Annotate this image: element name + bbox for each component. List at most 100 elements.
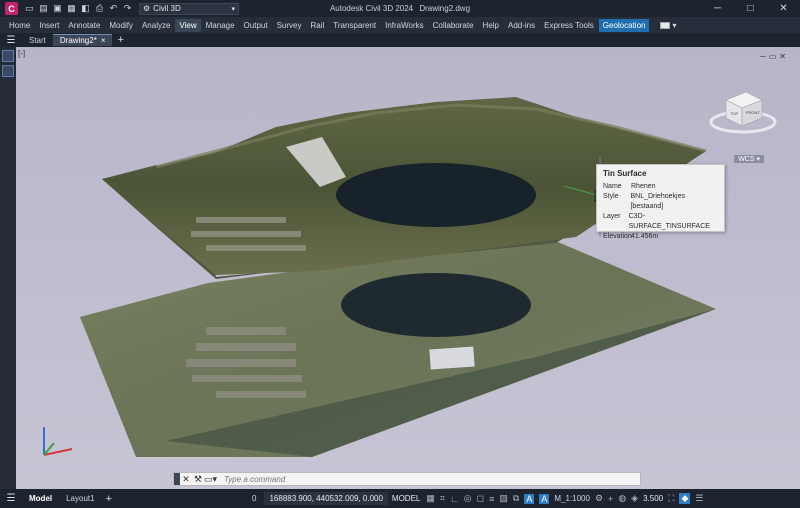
command-line: ✕ ⚒ ▭▾ xyxy=(173,472,641,486)
app-menu-icon[interactable]: C xyxy=(5,2,18,15)
surface-tooltip: Tin Surface Name Rhenen Style BNL_Driehoek… xyxy=(596,164,725,240)
wcs-label: WCS xyxy=(738,156,755,163)
viewcube-top-label[interactable]: TOP xyxy=(730,111,738,116)
tab-help[interactable]: Help xyxy=(479,19,503,32)
title-bar: C ▭ ▤ ▣ ▦ ◧ ⎙ ↶ ↷ ⚙ Civil 3D ▾ Autodesk … xyxy=(0,0,800,17)
save-icon[interactable]: ▣ xyxy=(52,3,63,14)
ribbon-display-toggle[interactable]: ▾ xyxy=(660,20,677,30)
command-input[interactable] xyxy=(224,474,640,484)
osnap-icon[interactable]: ◻ xyxy=(477,493,484,504)
tab-survey[interactable]: Survey xyxy=(273,19,306,32)
menu-icon[interactable]: ☰ xyxy=(0,35,22,46)
app-name: Autodesk Civil 3D 2024 xyxy=(329,4,414,13)
print-icon[interactable]: ⎙ xyxy=(94,3,105,14)
chevron-down-icon: ▾ xyxy=(231,5,235,13)
minimize-button[interactable]: ─ xyxy=(701,0,734,17)
wcs-menu[interactable]: WCS ▾ xyxy=(734,155,764,163)
close-button[interactable]: ✕ xyxy=(767,0,800,17)
customization-icon[interactable]: ◆ xyxy=(679,493,691,504)
undo-icon[interactable]: ↶ xyxy=(108,3,119,14)
tab-start[interactable]: Start xyxy=(22,34,53,46)
tooltip-value: 41.456m xyxy=(631,233,659,240)
viewcube[interactable]: TOP FRONT xyxy=(708,82,778,142)
maximize-button[interactable]: □ xyxy=(734,0,767,17)
wrench-icon[interactable]: ⚒ xyxy=(192,474,204,485)
gear-icon: ⚙ xyxy=(143,4,151,13)
workspace-dropdown[interactable]: ⚙ Civil 3D ▾ xyxy=(139,2,239,15)
lower-building xyxy=(429,346,475,370)
toolspace-icon[interactable] xyxy=(2,50,14,62)
tab-drawing2[interactable]: Drawing2* × xyxy=(52,34,113,46)
new-file-icon[interactable]: ▭ xyxy=(24,3,35,14)
viewcube-front-label[interactable]: FRONT xyxy=(746,110,760,115)
tooltip-row: Name Rhenen xyxy=(603,182,718,192)
file-tabs: ☰ Start Drawing2* × + xyxy=(0,33,800,47)
terrain-3d-scene xyxy=(43,97,716,457)
tab-express-tools[interactable]: Express Tools xyxy=(540,19,598,32)
tooltip-key: Elevation xyxy=(603,233,632,240)
close-icon[interactable]: × xyxy=(101,36,106,45)
tooltip-key: Layer xyxy=(603,213,621,220)
model-space-toggle[interactable]: MODEL xyxy=(392,494,420,503)
tooltip-title: Tin Surface xyxy=(603,169,647,178)
add-layout-button[interactable]: + xyxy=(106,493,112,505)
save-as-icon[interactable]: ▦ xyxy=(66,3,77,14)
tab-output[interactable]: Output xyxy=(240,19,272,32)
chevron-down-icon: ▾ xyxy=(672,20,677,30)
properties-icon[interactable] xyxy=(2,65,14,77)
polar-icon[interactable]: ◎ xyxy=(464,493,472,504)
open-web-icon[interactable]: ◧ xyxy=(80,3,91,14)
autoscale-icon[interactable]: A xyxy=(539,493,550,504)
tab-layout1[interactable]: Layout1 xyxy=(59,492,101,505)
drawing-viewport[interactable]: [-] ─ ▭ ✕ TOP FRONT WCS ▾ xyxy=(16,47,800,489)
annotation-visibility-icon[interactable]: A xyxy=(524,493,535,504)
annotation-scale[interactable]: M_1:1000 xyxy=(554,494,590,503)
tooltip-row: Style BNL_Driehoekjes [bestaand] xyxy=(603,192,718,212)
redo-icon[interactable]: ↷ xyxy=(122,3,133,14)
tab-manage[interactable]: Manage xyxy=(202,19,239,32)
status-bar: ☰ Model Layout1 + 0 168883.900, 440532.0… xyxy=(0,489,800,508)
quick-access-toolbar: ▭ ▤ ▣ ▦ ◧ ⎙ ↶ ↷ xyxy=(24,3,133,14)
file-name: Drawing2.dwg xyxy=(419,4,471,13)
tab-annotate[interactable]: Annotate xyxy=(64,19,104,32)
tab-rail[interactable]: Rail xyxy=(306,19,328,32)
coordinates-readout[interactable]: 168883.900, 440532.009, 0.000 xyxy=(264,492,388,505)
clean-screen-icon[interactable]: ⛶ xyxy=(668,493,674,504)
grid-icon[interactable]: ▦ xyxy=(426,493,435,504)
transparency-icon[interactable]: ▨ xyxy=(499,493,508,504)
tooltip-row: Elevation 41.456m xyxy=(603,232,718,242)
workspace-gear-icon[interactable]: ⚙ xyxy=(595,493,603,504)
tab-geolocation[interactable]: Geolocation xyxy=(598,18,650,32)
tooltip-value: Rhenen xyxy=(631,183,656,190)
status-value[interactable]: 3.500 xyxy=(643,494,663,503)
tooltip-value: C3D-SURFACE_TINSURFACE xyxy=(628,213,710,230)
tab-model[interactable]: Model xyxy=(22,492,59,505)
open-folder-icon[interactable]: ▤ xyxy=(38,3,49,14)
panel-toggle-icon xyxy=(660,21,671,29)
lower-lake xyxy=(341,273,531,337)
ortho-icon[interactable]: ∟ xyxy=(450,494,459,504)
tab-collaborate[interactable]: Collaborate xyxy=(429,19,478,32)
snap-icon[interactable]: ⌗ xyxy=(440,493,445,504)
close-icon[interactable]: ✕ xyxy=(180,474,192,485)
tooltip-value: BNL_Driehoekjes [bestaand] xyxy=(630,193,685,210)
tab-start-label: Start xyxy=(29,35,46,45)
tab-insert[interactable]: Insert xyxy=(35,19,63,32)
tab-add-ins[interactable]: Add-ins xyxy=(504,19,539,32)
tab-analyze[interactable]: Analyze xyxy=(138,19,174,32)
lineweight-icon[interactable]: ≡ xyxy=(489,494,494,504)
selection-cycling-icon[interactable]: ⧉ xyxy=(513,493,519,504)
workspace-label: Civil 3D xyxy=(153,4,181,13)
tab-infraworks[interactable]: InfraWorks xyxy=(381,19,428,32)
tab-transparent[interactable]: Transparent xyxy=(329,19,380,32)
hardware-acceleration-icon[interactable]: ◈ xyxy=(631,493,638,504)
recent-commands-icon[interactable]: ▭▾ xyxy=(204,474,217,485)
tab-modify[interactable]: Modify xyxy=(105,19,137,32)
tab-view[interactable]: View xyxy=(175,18,201,32)
menu-icon[interactable]: ☰ xyxy=(0,493,22,504)
isolate-icon[interactable]: ◍ xyxy=(618,493,626,504)
menu-icon[interactable]: ☰ xyxy=(695,493,703,504)
tab-home[interactable]: Home xyxy=(5,19,34,32)
add-icon[interactable]: + xyxy=(608,494,613,504)
add-tab-button[interactable]: + xyxy=(117,34,123,46)
